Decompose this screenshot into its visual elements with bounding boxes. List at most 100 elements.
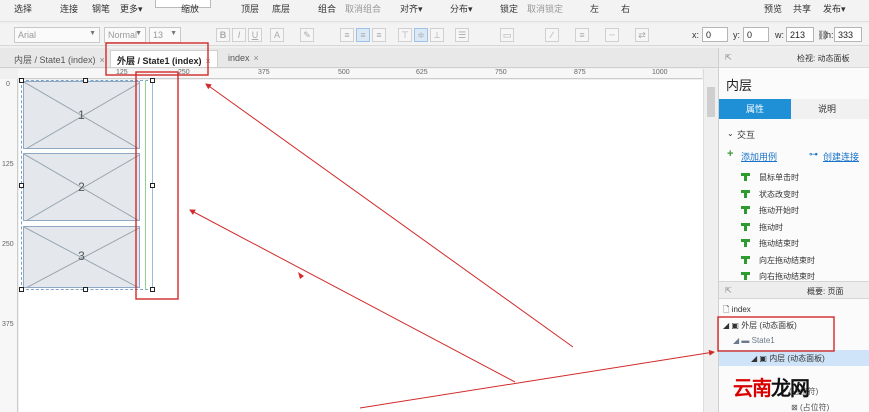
expand-icon[interactable]: ◢ <box>733 336 739 345</box>
tab-notes[interactable]: 说明 <box>791 99 863 119</box>
align-text-left-icon[interactable]: ≡ <box>340 28 354 42</box>
font-style-select[interactable]: Normal ▼ <box>104 27 146 43</box>
state-icon: ▬ <box>741 336 750 345</box>
x-label: x: <box>692 30 700 40</box>
pen-tool-button[interactable]: 钢笔 <box>92 2 110 15</box>
line-color-icon[interactable]: ∕ <box>545 28 559 42</box>
bold-button[interactable]: B <box>216 28 230 42</box>
create-link-link[interactable]: 创建连接 <box>823 150 859 163</box>
tab-properties[interactable]: 属性 <box>719 99 791 119</box>
tab-index[interactable]: index × <box>222 50 265 67</box>
plus-icon[interactable]: + <box>727 148 733 160</box>
image-placeholder-2[interactable]: 2 <box>23 153 140 221</box>
tab-inner-state1[interactable]: 内层 / State1 (index) × <box>8 50 111 67</box>
share-button[interactable]: 共享 <box>793 2 811 15</box>
more-tools-button[interactable]: 更多▾ <box>120 2 143 15</box>
collapse-icon[interactable]: ⌄ <box>727 129 734 138</box>
outline-title: 概要: 页面 <box>807 287 844 296</box>
resize-handle[interactable] <box>83 78 88 83</box>
bullet-list-icon[interactable]: ☰ <box>455 28 469 42</box>
tab-outer-state1[interactable]: 外层 / State1 (index) × <box>110 50 218 67</box>
resize-handle[interactable] <box>150 183 155 188</box>
dynamic-panel-icon: ▣ <box>759 354 767 363</box>
publish-button[interactable]: 发布▾ <box>823 2 846 15</box>
pin-icon[interactable]: ⇱ <box>725 53 732 62</box>
tree-item-state1[interactable]: ◢ ▬ State1 <box>733 336 775 345</box>
align-text-right-icon[interactable]: ≡ <box>372 28 386 42</box>
ruler-tick: 625 <box>416 69 428 76</box>
line-width-icon[interactable]: ≡ <box>575 28 589 42</box>
inspector-title: 检视: 动态面板 <box>797 54 850 63</box>
connect-tool-button[interactable]: 连接 <box>60 2 78 15</box>
fill-color-icon[interactable]: ▭ <box>500 28 514 42</box>
inspector-panel: ⇱ 检视: 动态面板 内层 属性 说明 ⌄ 交互 + 添加用例 ⊶ 创建连接 鼠… <box>718 48 869 412</box>
inspector-tabs: 属性 说明 <box>719 99 869 119</box>
lock-button[interactable]: 锁定 <box>500 2 518 15</box>
select-tool-button[interactable]: 选择 <box>14 2 32 15</box>
align-text-center-icon[interactable]: ≡ <box>356 28 370 42</box>
image-placeholder-1[interactable]: 1 <box>23 81 140 149</box>
width-input[interactable]: 213 <box>786 27 814 42</box>
event-item[interactable]: 拖动时 <box>759 222 783 233</box>
ruler-tick: 500 <box>338 69 350 76</box>
resize-handle[interactable] <box>19 78 24 83</box>
arrow-style-icon[interactable]: ⇄ <box>635 28 649 42</box>
w-label: w: <box>775 30 784 40</box>
preview-button[interactable]: 预览 <box>764 2 782 15</box>
close-icon[interactable]: × <box>206 56 211 66</box>
event-icon <box>741 255 750 264</box>
tree-item-inner[interactable]: ◢ ▣ 内层 (动态面板) <box>719 350 869 366</box>
tree-item-placeholder[interactable]: ⊠ (占位符) <box>791 402 829 412</box>
italic-button[interactable]: I <box>232 28 246 42</box>
event-item[interactable]: 向左拖动结束时 <box>759 255 815 266</box>
tree-item-index[interactable]: 🗋 index <box>723 304 751 318</box>
align-left-button[interactable]: 左 <box>590 2 599 15</box>
image-placeholder-3[interactable]: 3 <box>23 226 140 288</box>
resize-handle[interactable] <box>150 78 155 83</box>
align-button[interactable]: 对齐▾ <box>400 2 423 15</box>
event-item[interactable]: 拖动开始时 <box>759 205 799 216</box>
ruler-tick: 375 <box>2 321 14 328</box>
x-input[interactable]: 0 <box>702 27 728 42</box>
line-style-icon[interactable]: ┄ <box>605 28 619 42</box>
valign-bottom-icon[interactable]: ⊥ <box>430 28 444 42</box>
font-color-icon[interactable]: A <box>270 28 284 42</box>
valign-top-icon[interactable]: ⊤ <box>398 28 412 42</box>
distribute-button[interactable]: 分布▾ <box>450 2 473 15</box>
valign-middle-icon[interactable]: ≑ <box>414 28 428 42</box>
y-input[interactable]: 0 <box>743 27 769 42</box>
unlock-button[interactable]: 取消锁定 <box>527 2 563 15</box>
send-to-bottom-button[interactable]: 底层 <box>272 2 290 15</box>
ungroup-button[interactable]: 取消组合 <box>345 2 381 15</box>
event-item[interactable]: 状态改变时 <box>759 189 799 200</box>
bring-to-top-button[interactable]: 顶层 <box>241 2 259 15</box>
font-size-select[interactable]: 13 ▼ <box>149 27 181 43</box>
add-case-link[interactable]: 添加用例 <box>741 150 777 163</box>
tree-item-outer[interactable]: ◢ ▣ 外层 (动态面板) <box>723 320 797 331</box>
group-button[interactable]: 组合 <box>318 2 336 15</box>
panel-number: 1 <box>78 108 85 122</box>
resize-handle[interactable] <box>19 287 24 292</box>
close-icon[interactable]: × <box>254 53 259 63</box>
resize-handle[interactable] <box>19 183 24 188</box>
canvas-scrollbar[interactable] <box>703 69 717 412</box>
event-item[interactable]: 拖动结束时 <box>759 238 799 249</box>
underline-button[interactable]: U <box>248 28 262 42</box>
font-family-select[interactable]: Arial ▼ <box>14 27 100 43</box>
tree-label: (占位符) <box>799 403 830 412</box>
expand-icon[interactable]: ◢ <box>723 321 729 330</box>
close-icon[interactable]: × <box>100 55 105 65</box>
height-input[interactable]: 333 <box>834 27 862 42</box>
main-toolbar: 选择 连接 钢笔 更多▾ 缩放 顶层 底层 组合 取消组合 对齐▾ 分布▾ 锁定… <box>0 0 869 22</box>
event-icon <box>741 272 750 280</box>
design-canvas[interactable]: 1 2 3 <box>19 78 703 412</box>
resize-handle[interactable] <box>83 287 88 292</box>
highlight-icon[interactable]: ✎ <box>300 28 314 42</box>
expand-icon[interactable]: ◢ <box>751 354 757 363</box>
widget-name[interactable]: 内层 <box>726 75 752 94</box>
pin-icon[interactable]: ⇱ <box>725 286 732 295</box>
scrollbar-thumb[interactable] <box>707 87 715 117</box>
event-item[interactable]: 鼠标单击时 <box>759 172 799 183</box>
align-right-button[interactable]: 右 <box>621 2 630 15</box>
resize-handle[interactable] <box>150 287 155 292</box>
